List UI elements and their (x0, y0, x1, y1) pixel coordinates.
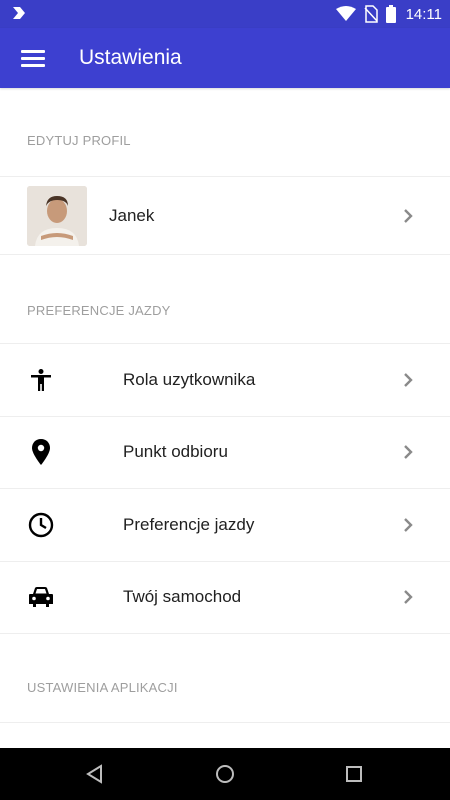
section-header-profile: EDYTUJ PROFIL (0, 88, 450, 177)
page-title: Ustawienia (79, 46, 182, 69)
settings-list[interactable]: EDYTUJ PROFIL Janek PREFERENCJE JAZDY Ro… (0, 88, 450, 748)
settings-item-label: Twój samochod (123, 587, 242, 607)
avatar (27, 185, 87, 246)
profile-row[interactable]: Janek (0, 177, 450, 255)
chevron-right-icon (404, 208, 413, 223)
settings-item-label: Rola uzytkownika (123, 369, 256, 389)
navigation-bar (0, 748, 450, 800)
person-icon (28, 367, 54, 393)
location-pin-icon (28, 439, 54, 466)
app-bar: Ustawienia (0, 28, 450, 88)
status-bar: 14:11 (0, 0, 450, 28)
chevron-right-icon (404, 445, 413, 460)
profile-name: Janek (109, 205, 155, 225)
battery-icon (385, 5, 396, 23)
settings-item-partial[interactable] (0, 723, 450, 748)
settings-item-your-car[interactable]: Twój samochod (0, 562, 450, 634)
car-icon (28, 584, 54, 610)
app-notification-icon (13, 7, 25, 19)
settings-item-ride-preferences[interactable]: Preferencje jazdy (0, 489, 450, 562)
clock-icon (28, 512, 54, 538)
section-header-preferences: PREFERENCJE JAZDY (0, 255, 450, 344)
back-button-icon[interactable] (83, 762, 107, 786)
menu-icon[interactable] (21, 49, 45, 67)
no-sim-icon (364, 5, 378, 23)
settings-item-label: Punkt odbioru (123, 442, 228, 462)
section-header-app-settings: USTAWIENIA APLIKACJI (0, 634, 450, 723)
wifi-icon (335, 6, 356, 21)
settings-item-user-role[interactable]: Rola uzytkownika (0, 344, 450, 417)
settings-item-pickup-point[interactable]: Punkt odbioru (0, 417, 450, 489)
chevron-right-icon (404, 372, 413, 387)
chevron-right-icon (404, 517, 413, 532)
status-time: 14:11 (405, 5, 442, 23)
chevron-right-icon (404, 590, 413, 605)
recent-apps-button-icon[interactable] (342, 762, 366, 786)
home-button-icon[interactable] (213, 762, 237, 786)
settings-item-label: Preferencje jazdy (123, 514, 255, 534)
